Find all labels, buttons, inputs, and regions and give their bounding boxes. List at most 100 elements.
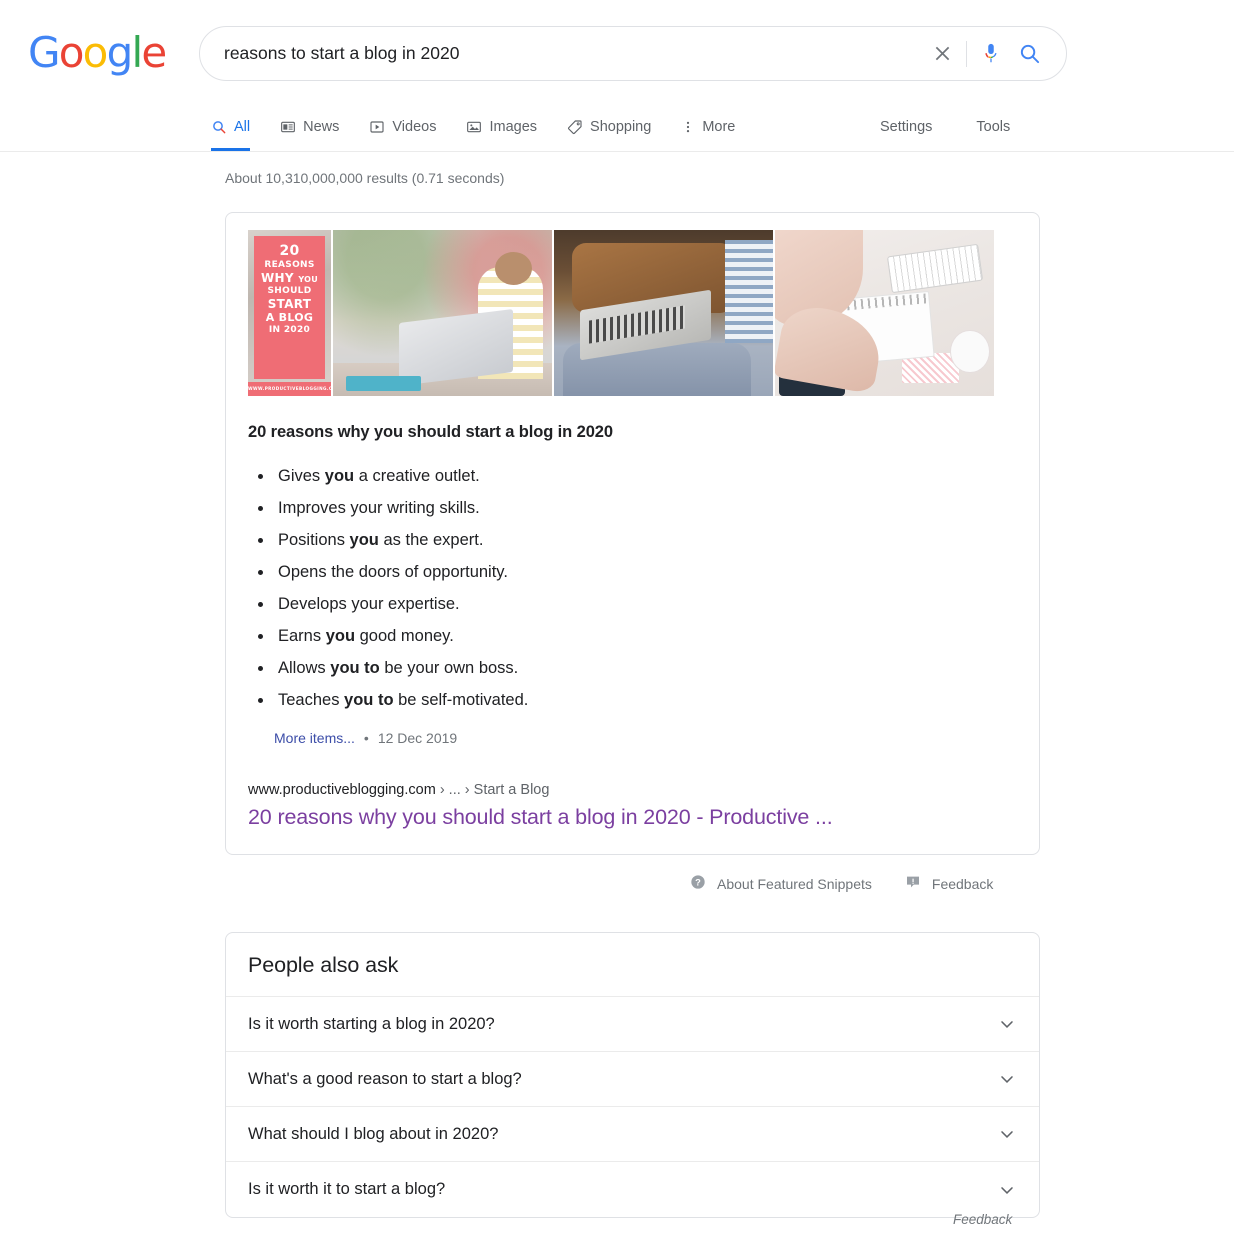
svg-text:?: ? <box>695 877 701 887</box>
result-url[interactable]: www.productiveblogging.com › ... › Start… <box>248 782 1017 798</box>
list-item: Teaches you to be self-motivated. <box>274 684 1017 716</box>
pin-graphic-text: 20 REASONS WHY YOU SHOULD START A BLOG I… <box>254 236 325 379</box>
tab-more-label: More <box>702 119 736 135</box>
search-header: Google reasons to start a blog in 2020 A… <box>0 0 1234 152</box>
photo-detail <box>886 243 983 293</box>
news-icon <box>280 119 296 135</box>
pin-line-7: IN 2020 <box>268 324 311 335</box>
snippet-thumbnail-1[interactable]: 20 REASONS WHY YOU SHOULD START A BLOG I… <box>248 230 331 396</box>
search-tools: Settings Tools <box>858 103 1032 151</box>
pin-line-3: WHY <box>260 271 294 286</box>
list-item: Earns you good money. <box>274 620 1017 652</box>
pin-line-4: SHOULD <box>267 285 312 296</box>
photo-detail <box>495 251 533 285</box>
result-stats: About 10,310,000,000 results (0.71 secon… <box>225 170 505 186</box>
pin-line-2: REASONS <box>264 260 315 271</box>
chevron-down-icon[interactable] <box>997 1180 1017 1200</box>
settings-button[interactable]: Settings <box>858 119 954 135</box>
photo-detail <box>724 239 773 343</box>
paa-question-label: Is it worth starting a blog in 2020? <box>248 1014 495 1033</box>
breadcrumb: › ... › Start a Blog <box>435 782 550 798</box>
image-icon <box>466 119 482 135</box>
list-item: Gives you a creative outlet. <box>274 460 1017 492</box>
snippet-thumbnail-3[interactable] <box>554 230 773 396</box>
logo-letter-e: e <box>141 28 167 77</box>
about-featured-snippets-link[interactable]: ? About Featured Snippets <box>690 874 872 893</box>
result-title-link[interactable]: 20 reasons why you should start a blog i… <box>248 803 1017 832</box>
tab-videos[interactable]: Videos <box>354 103 451 151</box>
more-items-link[interactable]: More items... <box>274 730 355 746</box>
chevron-down-icon[interactable] <box>997 1124 1017 1144</box>
paa-question-label: What should I blog about in 2020? <box>248 1124 499 1143</box>
people-also-ask-card: People also ask Is it worth starting a b… <box>225 932 1040 1218</box>
snippet-thumbnail-2[interactable] <box>333 230 552 396</box>
tab-all-label: All <box>234 119 251 135</box>
tab-images[interactable]: Images <box>451 103 552 151</box>
logo-letter-o2: o <box>82 28 109 77</box>
pin-line-6: A BLOG <box>265 311 314 325</box>
separator-dot: • <box>363 730 369 746</box>
list-item: Develops your expertise. <box>274 588 1017 620</box>
google-logo[interactable]: Google <box>28 28 167 77</box>
search-box-actions <box>923 35 1066 73</box>
pin-line-3b: YOU <box>298 275 319 285</box>
snippet-heading: 20 reasons why you should start a blog i… <box>248 423 613 441</box>
pin-line-5: START <box>267 296 312 311</box>
list-item: Positions you as the expert. <box>274 524 1017 556</box>
tab-shopping[interactable]: Shopping <box>552 103 666 151</box>
paa-question-label: Is it worth it to start a blog? <box>248 1180 446 1198</box>
search-tabs: All News Videos Images Shopping More <box>211 103 750 151</box>
tools-button[interactable]: Tools <box>954 119 1032 135</box>
chevron-down-icon[interactable] <box>997 1069 1017 1089</box>
tab-news-label: News <box>303 119 340 135</box>
snippet-bullet-list: Gives you a creative outlet. Improves yo… <box>274 460 1017 716</box>
snippet-thumbnail-strip: 20 REASONS WHY YOU SHOULD START A BLOG I… <box>248 230 1017 396</box>
snippet-more-row: More items... • 12 Dec 2019 <box>274 730 1017 746</box>
tab-videos-label: Videos <box>392 119 437 135</box>
photo-desk-notebook <box>775 230 994 396</box>
chevron-down-icon[interactable] <box>997 1014 1017 1034</box>
tab-all[interactable]: All <box>211 103 265 151</box>
search-icon <box>211 119 227 135</box>
logo-letter-g: G <box>28 28 61 77</box>
photo-cafe-laptop <box>333 230 552 396</box>
search-input[interactable] <box>200 43 923 64</box>
result-domain: www.productiveblogging.com <box>248 782 436 798</box>
snippet-feedback-link[interactable]: Feedback <box>905 874 993 893</box>
people-also-ask-title: People also ask <box>226 933 1039 997</box>
tab-more[interactable]: More <box>666 103 750 151</box>
page-feedback-link[interactable]: Feedback <box>953 1212 1012 1227</box>
search-box[interactable] <box>199 26 1067 81</box>
close-icon[interactable] <box>923 35 961 73</box>
paa-question-label: What's a good reason to start a blog? <box>248 1069 522 1088</box>
list-item: Opens the doors of opportunity. <box>274 556 1017 588</box>
divider <box>966 40 967 67</box>
snippet-footer: ? About Featured Snippets Feedback <box>690 874 993 893</box>
logo-letter-o1: o <box>58 28 85 77</box>
logo-letter-g2: g <box>106 28 134 77</box>
paa-question-3[interactable]: What should I blog about in 2020? <box>226 1107 1039 1162</box>
microphone-icon[interactable] <box>972 35 1010 73</box>
video-icon <box>369 119 385 135</box>
featured-snippet-card: 20 REASONS WHY YOU SHOULD START A BLOG I… <box>225 212 1040 856</box>
snippet-thumbnail-4[interactable] <box>775 230 994 396</box>
help-circle-icon: ? <box>690 874 706 893</box>
pin-line-1: 20 <box>279 243 300 259</box>
snippet-feedback-label: Feedback <box>931 875 994 892</box>
search-icon[interactable] <box>1010 35 1048 73</box>
list-item: Improves your writing skills. <box>274 492 1017 524</box>
tab-news[interactable]: News <box>265 103 354 151</box>
paa-question-2[interactable]: What's a good reason to start a blog? <box>226 1052 1039 1107</box>
paa-question-1[interactable]: Is it worth starting a blog in 2020? <box>226 997 1039 1052</box>
tab-images-label: Images <box>489 119 538 135</box>
pin-source-url: WWW.PRODUCTIVEBLOGGING.COM <box>248 382 331 396</box>
tag-icon <box>567 119 583 135</box>
logo-letter-l: l <box>131 28 143 77</box>
more-vertical-icon <box>681 119 695 135</box>
photo-detail <box>950 329 990 373</box>
tab-shopping-label: Shopping <box>590 119 652 135</box>
list-item: Allows you to be your own boss. <box>274 652 1017 684</box>
snippet-date: 12 Dec 2019 <box>377 730 458 746</box>
paa-question-4[interactable]: Is it worth it to start a blog? <box>226 1162 1039 1217</box>
flag-icon <box>905 874 921 893</box>
